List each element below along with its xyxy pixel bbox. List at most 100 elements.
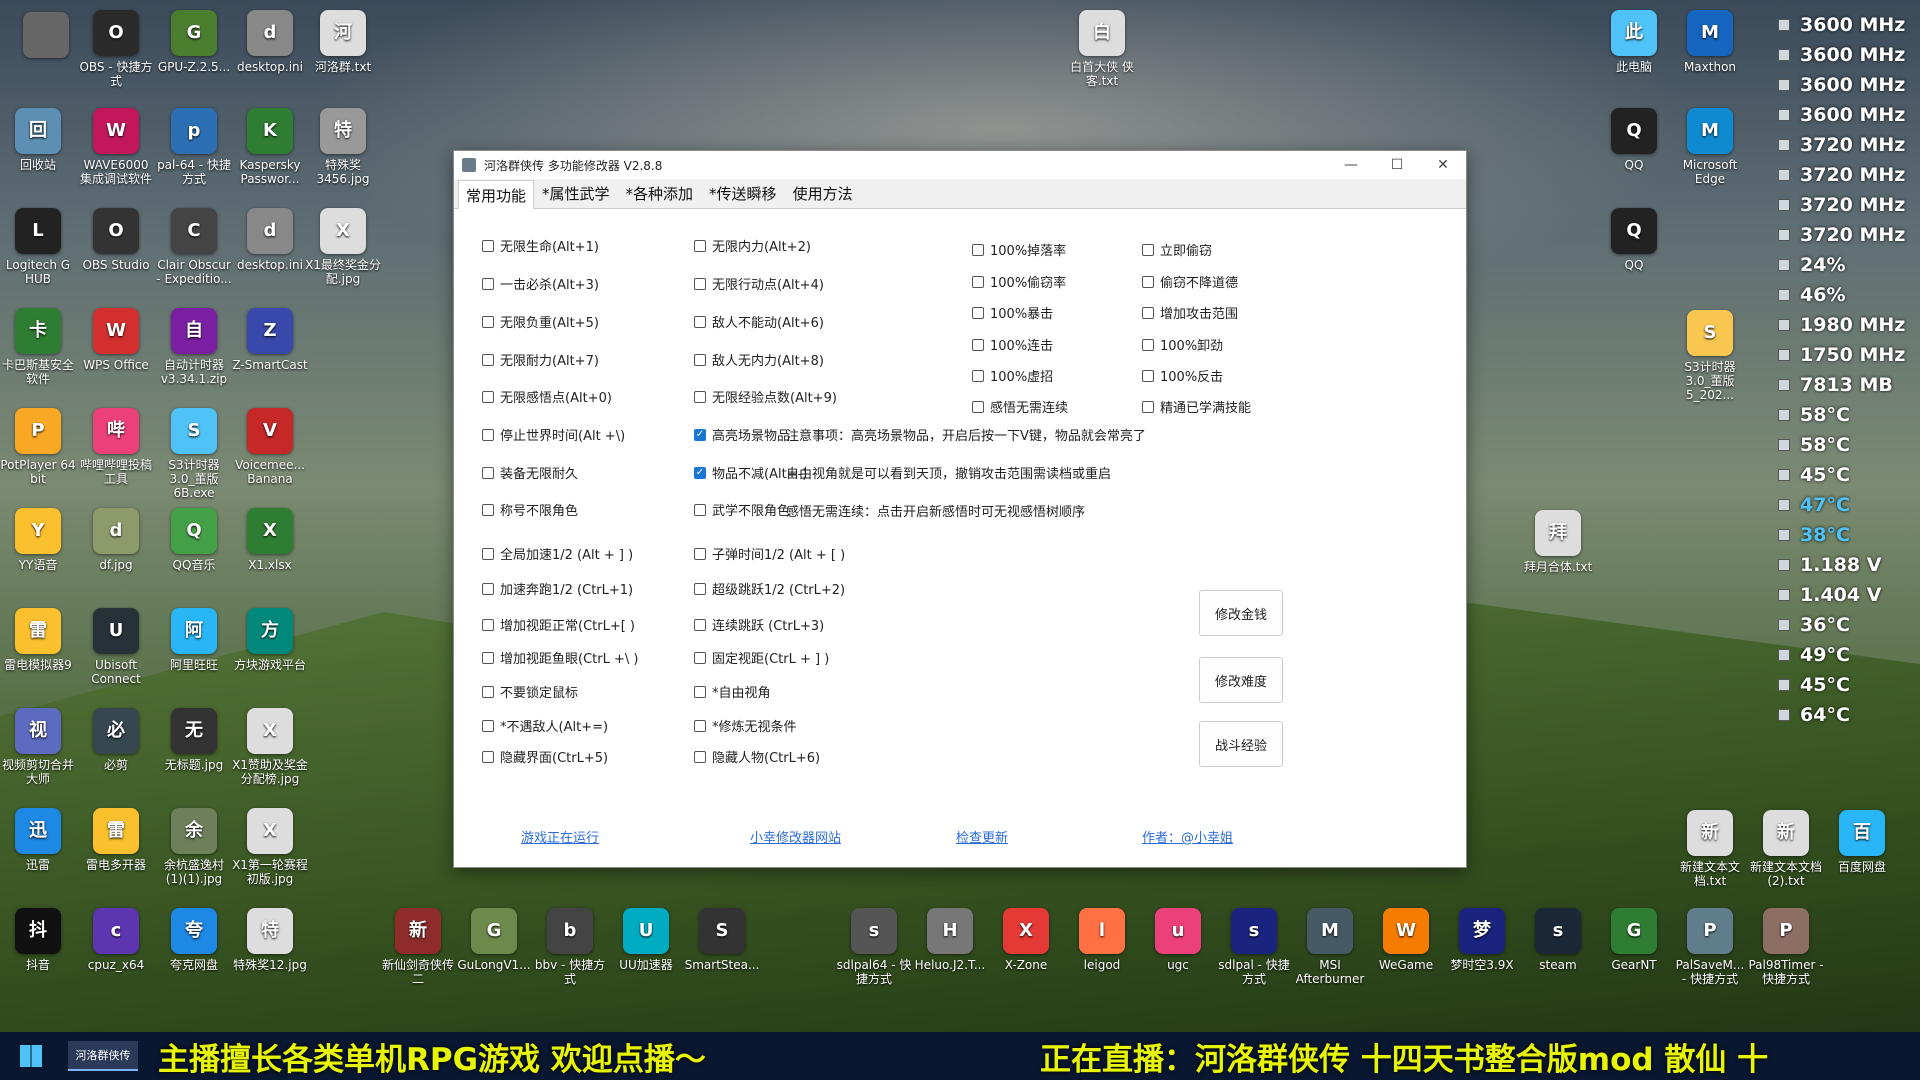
checkbox-box[interactable]: ✓ <box>694 466 706 479</box>
checkbox-box[interactable] <box>972 243 984 256</box>
checkbox-box[interactable] <box>482 277 494 290</box>
checkbox-c1-8[interactable]: 全局加速1/2 (Alt + ] ) <box>482 544 633 563</box>
desktop-icon-left-40[interactable]: c cpuz_x64 <box>78 908 154 972</box>
checkbox-c2-13[interactable]: *修炼无视条件 <box>694 716 797 735</box>
desktop-icon-bottom-9[interactable]: u ugc <box>1140 908 1216 972</box>
desktop-icon-left-13[interactable]: d desktop.ini <box>232 208 308 272</box>
desktop-icon-bottom-1[interactable]: G GuLongV1... <box>456 908 532 972</box>
checkbox-box[interactable] <box>482 353 494 366</box>
desktop-icon-bottom-13[interactable]: 梦梦时空3.9X <box>1444 908 1520 972</box>
desktop-icon-right-7[interactable]: 拜拜月合体.txt <box>1520 510 1596 574</box>
desktop-icon-left-41[interactable]: 夸夸克网盘 <box>156 908 232 972</box>
desktop-icon-left-37[interactable]: 余余杭盛逸村(1)(1).jpg <box>156 808 232 886</box>
desktop-icon-left-7[interactable]: p pal-64 - 快捷方式 <box>156 108 232 186</box>
checkbox-box[interactable] <box>694 582 706 595</box>
checkbox-c4-1[interactable]: 偷窃不降道德 <box>1142 272 1238 291</box>
desktop-icon-left-30[interactable]: 方方块游戏平台 <box>232 608 308 672</box>
checkbox-c4-5[interactable]: 精通已学满技能 <box>1142 397 1251 416</box>
checkbox-box[interactable] <box>694 719 706 732</box>
tab-1[interactable]: *属性武学 <box>534 178 618 208</box>
game-running-link[interactable]: 游戏正在运行 <box>521 827 599 846</box>
checkbox-c2-7[interactable]: 武学不限角色 <box>694 500 790 519</box>
checkbox-box[interactable] <box>694 277 706 290</box>
desktop-icon-right-0[interactable]: 白白首大侠 侠客.txt <box>1064 10 1140 88</box>
checkbox-box[interactable] <box>1142 338 1154 351</box>
desktop-icon-bottom-12[interactable]: W WeGame <box>1368 908 1444 972</box>
desktop-icon-bottom-8[interactable]: l leigod <box>1064 908 1140 972</box>
desktop-icon-bottom-15[interactable]: G GearNT <box>1596 908 1672 972</box>
desktop-icon-left-42[interactable]: 特特殊奖12.jpg <box>232 908 308 972</box>
desktop-icon-left-35[interactable]: 迅迅雷 <box>0 808 76 872</box>
desktop-icon-bottom-3[interactable]: U UU加速器 <box>608 908 684 972</box>
checkbox-c2-11[interactable]: 固定视距(CtrL + ] ) <box>694 648 829 667</box>
desktop-icon-right-2[interactable]: M Maxthon <box>1672 10 1748 74</box>
checkbox-c1-5[interactable]: 停止世界时间(Alt +\) <box>482 425 625 444</box>
desktop-icon-bottom-7[interactable]: X X-Zone <box>988 908 1064 972</box>
checkbox-box[interactable]: ✓ <box>694 428 706 441</box>
checkbox-c2-8[interactable]: 子弹时间1/2 (Alt + [ ) <box>694 544 845 563</box>
desktop-icon-left-27[interactable]: 雷雷电模拟器9 <box>0 608 76 672</box>
tab-3[interactable]: *传送瞬移 <box>701 178 785 208</box>
desktop-icon-left-15[interactable]: 卡卡巴斯基安全软件 <box>0 308 76 386</box>
desktop-icon-bottom-14[interactable]: s steam <box>1520 908 1596 972</box>
checkbox-box[interactable] <box>1142 400 1154 413</box>
taskbar-app-trainer[interactable]: 河洛群侠传 <box>68 1041 138 1071</box>
desktop-icon-right-9[interactable]: 新新建文本文档 (2).txt <box>1748 810 1824 888</box>
tab-2[interactable]: *各种添加 <box>618 178 702 208</box>
checkbox-box[interactable] <box>972 338 984 351</box>
desktop-icon-left-21[interactable]: S S3计时器3.0_董版6B.exe <box>156 408 232 500</box>
desktop-icon-left-18[interactable]: Z Z-SmartCast <box>232 308 308 372</box>
checkbox-c2-3[interactable]: 敌人无内力(Alt+8) <box>694 350 824 369</box>
checkbox-c2-0[interactable]: 无限内力(Alt+2) <box>694 236 811 255</box>
checkbox-box[interactable] <box>694 353 706 366</box>
desktop-icon-left-5[interactable]: 回回收站 <box>0 108 76 172</box>
desktop-icon-left-32[interactable]: 必必剪 <box>78 708 154 772</box>
checkbox-c1-4[interactable]: 无限感悟点(Alt+0) <box>482 387 612 406</box>
checkbox-box[interactable] <box>482 390 494 403</box>
checkbox-box[interactable] <box>694 547 706 560</box>
desktop-icon-bottom-5[interactable]: s sdlpal64 - 快捷方式 <box>836 908 912 986</box>
desktop-icon-left-26[interactable]: X X1.xlsx <box>232 508 308 572</box>
desktop-icon-left-28[interactable]: U Ubisoft Connect <box>78 608 154 686</box>
checkbox-box[interactable] <box>482 239 494 252</box>
checkbox-c2-12[interactable]: *自由视角 <box>694 682 771 701</box>
desktop-icon-left-10[interactable]: L Logitech G HUB <box>0 208 76 286</box>
checkbox-c1-14[interactable]: 隐藏界面(CtrL+5) <box>482 747 608 766</box>
checkbox-c1-0[interactable]: 无限生命(Alt+1) <box>482 236 599 255</box>
desktop-icon-left-3[interactable]: d desktop.ini <box>232 10 308 74</box>
desktop-icon-right-3[interactable]: Q QQ <box>1596 108 1672 172</box>
desktop-icon-bottom-6[interactable]: H Heluo.J2.T... <box>912 908 988 972</box>
checkbox-c3-2[interactable]: 100%暴击 <box>972 303 1053 322</box>
checkbox-c2-14[interactable]: 隐藏人物(CtrL+6) <box>694 747 820 766</box>
desktop-icon-left-14[interactable]: X X1最终奖金分配.jpg <box>305 208 381 286</box>
checkbox-c1-6[interactable]: 装备无限耐久 <box>482 463 578 482</box>
checkbox-box[interactable] <box>972 369 984 382</box>
tab-0[interactable]: 常用功能 <box>458 180 535 209</box>
desktop-icon-left-20[interactable]: 哔哔哩哔哩投稿工具 <box>78 408 154 486</box>
checkbox-box[interactable] <box>482 618 494 631</box>
desktop-icon-left-38[interactable]: X X1第一轮赛程初版.jpg <box>232 808 308 886</box>
checkbox-box[interactable] <box>482 685 494 698</box>
desktop-icon-left-11[interactable]: O OBS Studio <box>78 208 154 272</box>
checkbox-box[interactable] <box>694 239 706 252</box>
desktop-icon-right-8[interactable]: 新新建文本文档.txt <box>1672 810 1748 888</box>
checkbox-box[interactable] <box>482 466 494 479</box>
checkbox-c4-0[interactable]: 立即偷窃 <box>1142 240 1212 259</box>
desktop-icon-left-36[interactable]: 雷雷电多开器 <box>78 808 154 872</box>
desktop-icon-right-5[interactable]: Q QQ <box>1596 208 1672 272</box>
desktop-icon-bottom-16[interactable]: P PalSaveM... - 快捷方式 <box>1672 908 1748 986</box>
desktop-icon-bottom-10[interactable]: s sdlpal - 快捷方式 <box>1216 908 1292 986</box>
checkbox-c1-12[interactable]: 不要锁定鼠标 <box>482 682 578 701</box>
checkbox-box[interactable] <box>1142 306 1154 319</box>
battle-exp-button[interactable]: 战斗经验 <box>1199 721 1283 767</box>
checkbox-box[interactable] <box>482 428 494 441</box>
desktop-icon-bottom-17[interactable]: P Pal98Timer - 快捷方式 <box>1748 908 1824 986</box>
checkbox-c1-11[interactable]: 增加视距鱼眼(CtrL +\ ) <box>482 648 638 667</box>
checkbox-box[interactable] <box>694 315 706 328</box>
desktop-icon-left-1[interactable]: O OBS - 快捷方式 <box>78 10 154 88</box>
check-update-link[interactable]: 检查更新 <box>956 827 1008 846</box>
checkbox-c2-10[interactable]: 连续跳跃 (CtrL+3) <box>694 615 824 634</box>
window-titlebar[interactable]: 河洛群侠传 多功能修改器 V2.8.8 — ☐ ✕ <box>454 151 1466 179</box>
checkbox-c3-5[interactable]: 感悟无需连续 <box>972 397 1068 416</box>
checkbox-box[interactable] <box>482 750 494 763</box>
